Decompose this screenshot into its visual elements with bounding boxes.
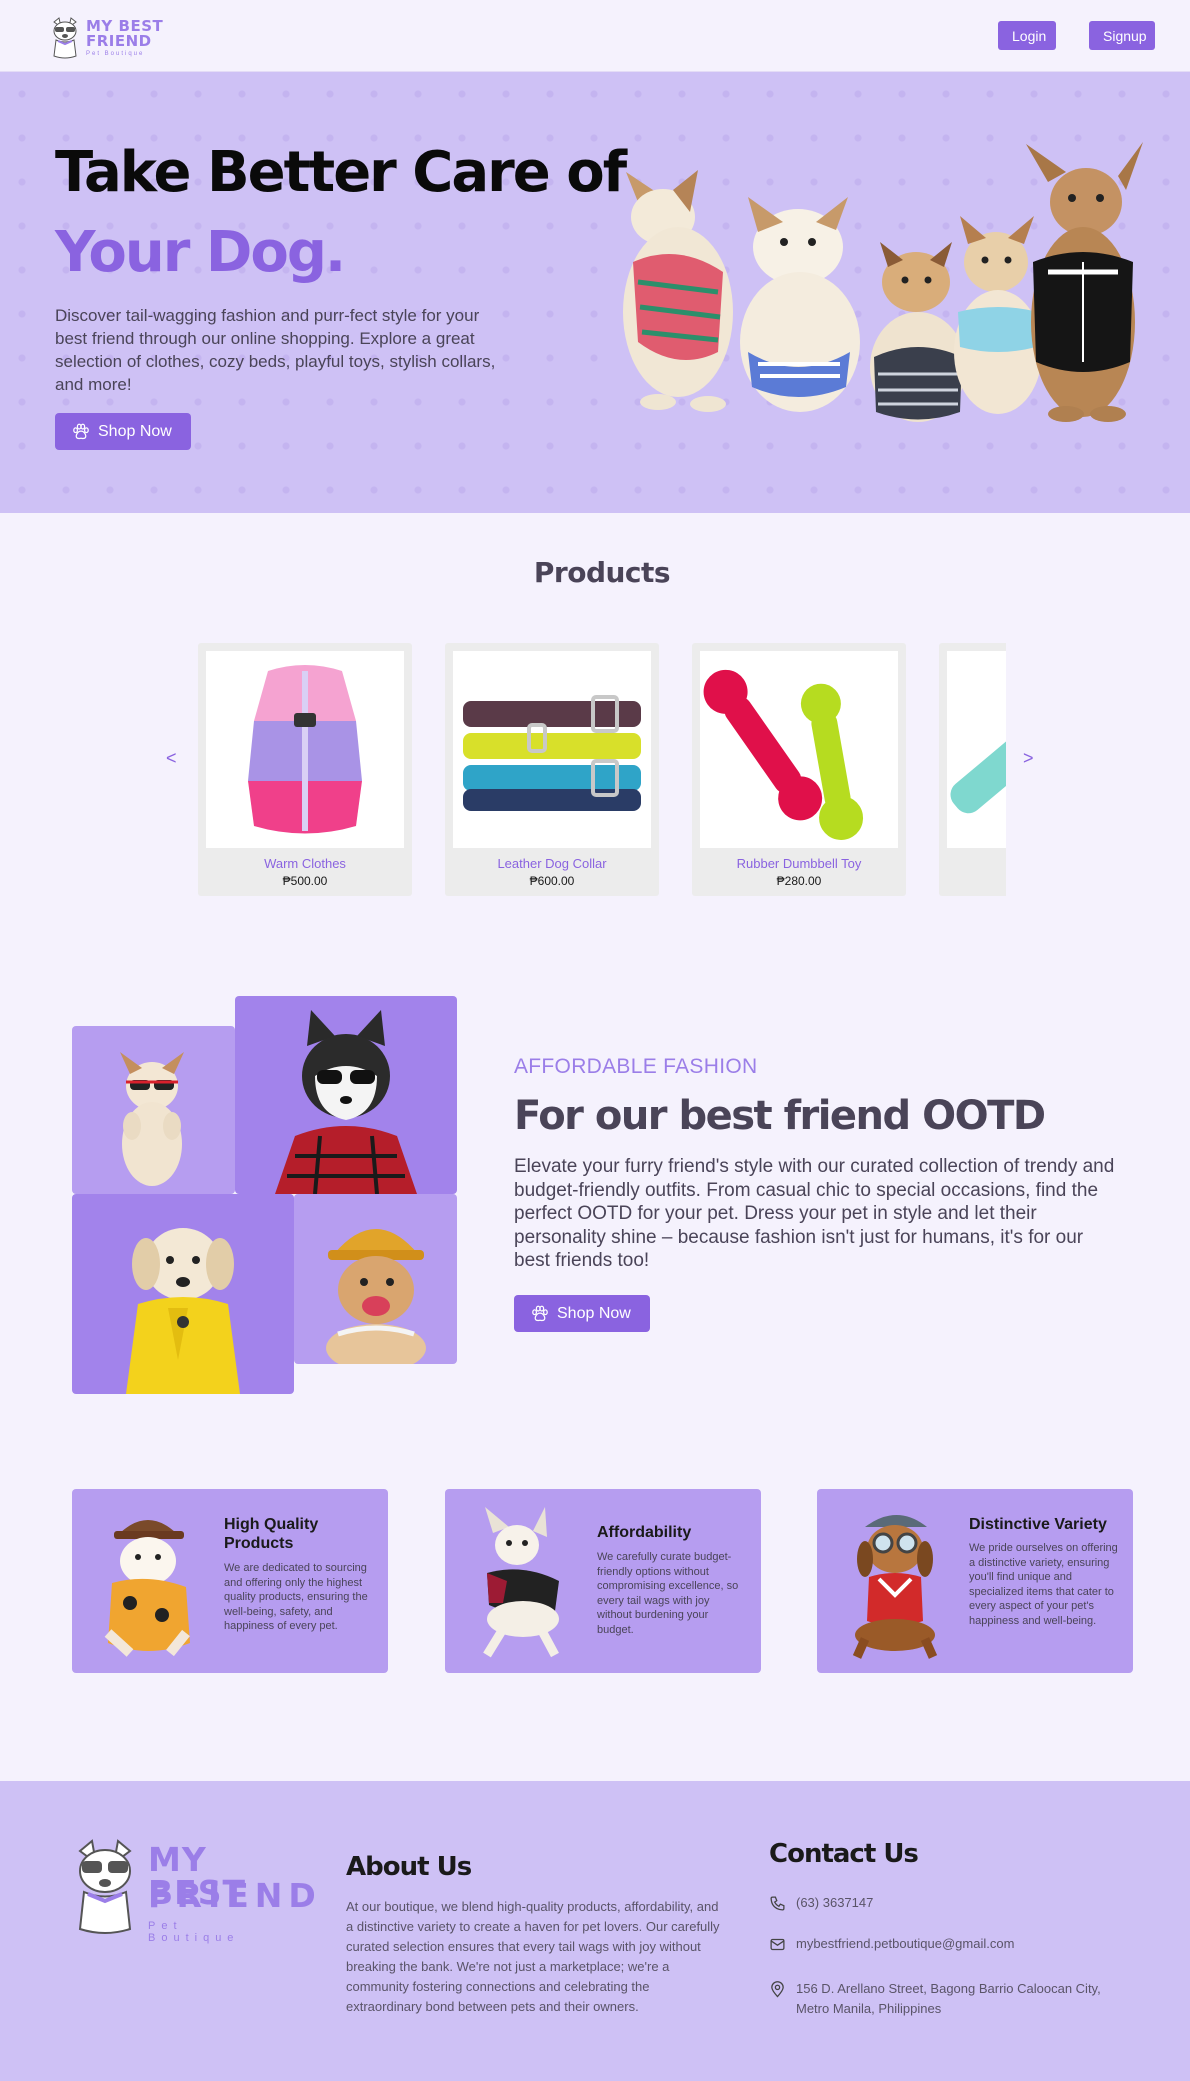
dog-with-hat-image xyxy=(326,1229,426,1364)
contact-email-text[interactable]: mybestfriend.petboutique@gmail.com xyxy=(796,1934,1014,1954)
product-price: ₱500.00 xyxy=(282,874,328,888)
about-us-title: About Us xyxy=(346,1852,472,1882)
bulldog-mascot-icon xyxy=(53,17,77,59)
dog-collar-image xyxy=(463,695,641,811)
fashion-photo-sunglasses-dog xyxy=(72,1026,235,1194)
fashion-shop-now-label: Shop Now xyxy=(557,1304,631,1322)
product-name: Leather Dog Collar xyxy=(497,856,607,871)
contact-address: 156 D. Arellano Street, Bagong Barrio Ca… xyxy=(769,1979,1109,2019)
products-carousel: Warm Clothes ₱500.00 Leather Dog Collar … xyxy=(198,643,1006,898)
feature-title: Distinctive Variety xyxy=(969,1516,1107,1533)
product-card-partial[interactable] xyxy=(939,643,1006,896)
contact-us-title: Contact Us xyxy=(769,1839,919,1869)
dachshund-with-goggles-image xyxy=(852,1515,938,1659)
hero-shop-now-label: Shop Now xyxy=(98,422,172,440)
phone-icon xyxy=(770,1896,785,1911)
dog-in-vest-image xyxy=(483,1507,559,1658)
product-image xyxy=(206,651,404,848)
hero-shop-now-button[interactable]: Shop Now xyxy=(55,413,191,450)
product-image xyxy=(947,651,1006,848)
paw-icon xyxy=(73,423,89,439)
about-us-text: At our boutique, we blend high-quality p… xyxy=(346,1899,720,2014)
brand-wordmark: MY BEST FRIEND Pet Boutique xyxy=(86,19,163,58)
footer-brand-logo[interactable]: MY BEST FRIEND Pet Boutique xyxy=(72,1837,316,1944)
signup-button[interactable]: Signup xyxy=(1089,21,1155,50)
brand-logo[interactable]: MY BEST FRIEND Pet Boutique xyxy=(50,16,163,60)
feature-description: We pride ourselves on offering a distinc… xyxy=(969,1542,1118,1627)
location-icon xyxy=(771,1981,784,1998)
product-name: Warm Clothes xyxy=(264,856,346,871)
bulldog-mascot-icon xyxy=(78,1839,132,1934)
fashion-title: For our best friend OOTD xyxy=(514,1093,1046,1139)
dog-with-sunglasses-image xyxy=(120,1052,184,1186)
fashion-photo-labrador xyxy=(72,1194,294,1394)
products-title: Products xyxy=(533,556,671,589)
contact-phone: (63) 3637147 xyxy=(769,1893,873,1913)
fashion-photo-husky xyxy=(235,996,457,1194)
toy-image xyxy=(950,708,1006,814)
feature-description: We carefully curate budget-friendly opti… xyxy=(597,1551,739,1636)
hero-dogs-image xyxy=(623,142,1143,422)
contact-email: mybestfriend.petboutique@gmail.com xyxy=(769,1934,1014,1954)
carousel-next-button[interactable]: > xyxy=(1023,748,1034,769)
carousel-prev-button[interactable]: < xyxy=(166,748,177,769)
contact-phone-text[interactable]: (63) 3637147 xyxy=(796,1893,873,1913)
fashion-shop-now-button[interactable]: Shop Now xyxy=(514,1295,650,1332)
product-image xyxy=(453,651,651,848)
fashion-description: Elevate your furry friend's style with o… xyxy=(514,1156,1115,1271)
contact-address-text: 156 D. Arellano Street, Bagong Barrio Ca… xyxy=(796,1981,1101,2016)
feature-card-quality: High Quality Products We are dedicated t… xyxy=(72,1489,388,1673)
labrador-with-scarf-image xyxy=(126,1228,240,1394)
product-price: ₱280.00 xyxy=(776,874,822,888)
dog-in-hat-image xyxy=(104,1520,190,1657)
feature-description: We are dedicated to sourcing and offerin… xyxy=(224,1562,368,1632)
footer: MY BEST FRIEND Pet Boutique About Us At … xyxy=(0,1781,1190,2081)
feature-title: High Quality Products xyxy=(224,1516,319,1552)
feature-card-variety: Distinctive Variety We pride ourselves o… xyxy=(817,1489,1133,1673)
product-image xyxy=(700,651,898,848)
fashion-eyebrow: AFFORDABLE FASHION xyxy=(514,1055,758,1078)
feature-card-affordability: Affordability We carefully curate budget… xyxy=(445,1489,761,1673)
hero-description: Discover tail-wagging fashion and purr-f… xyxy=(55,306,496,394)
product-card-rubber-dumbbell[interactable]: Rubber Dumbbell Toy ₱280.00 xyxy=(692,643,906,896)
product-card-warm-clothes[interactable]: Warm Clothes ₱500.00 xyxy=(198,643,412,896)
footer-brand-line-2: FRIEND xyxy=(148,1876,322,1915)
login-button[interactable]: Login xyxy=(998,21,1056,50)
top-nav: MY BEST FRIEND Pet Boutique Login Signup xyxy=(0,0,1190,72)
hero-section: Take Better Care of Your Dog. Discover t… xyxy=(0,72,1190,513)
brand-tagline: Pet Boutique xyxy=(86,51,145,57)
husky-in-flannel-image xyxy=(275,1010,417,1194)
brand-line-2: FRIEND xyxy=(86,32,152,50)
footer-brand-tagline: Pet Boutique xyxy=(148,1920,240,1944)
product-card-leather-collar[interactable]: Leather Dog Collar ₱600.00 xyxy=(445,643,659,896)
dog-vest-image xyxy=(248,665,362,834)
product-name: Rubber Dumbbell Toy xyxy=(736,856,862,871)
product-price: ₱600.00 xyxy=(529,874,575,888)
hero-title-line-2: Your Dog. xyxy=(55,220,346,285)
feature-title: Affordability xyxy=(597,1524,692,1541)
email-icon xyxy=(770,1938,785,1951)
hero-title-line-1: Take Better Care of xyxy=(55,140,627,205)
fashion-photo-hat-dog xyxy=(294,1194,457,1364)
dumbbell-toy-image xyxy=(703,669,864,840)
paw-icon xyxy=(532,1305,548,1321)
